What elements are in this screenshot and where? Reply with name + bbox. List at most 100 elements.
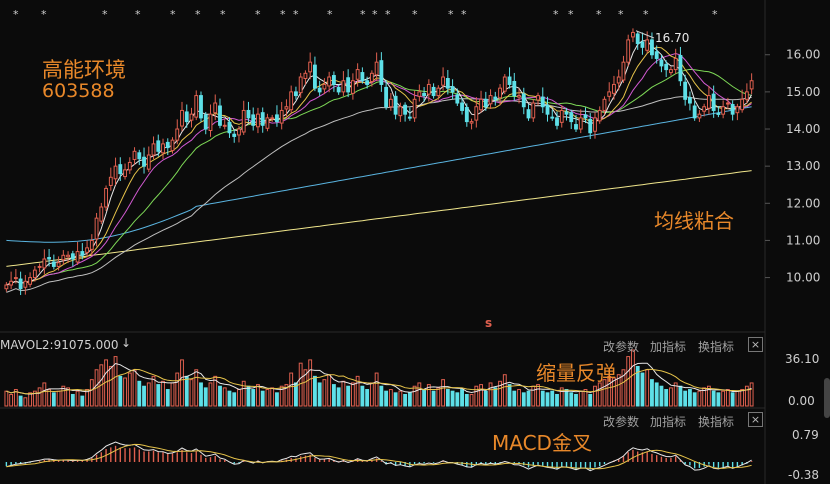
volume-bar	[488, 382, 493, 407]
event-marker: *	[568, 8, 574, 21]
volume-bar	[199, 382, 203, 407]
ma30-line	[6, 68, 752, 286]
volume-bar	[436, 387, 441, 407]
ma-note: 均线粘合	[654, 209, 734, 233]
candle-body	[716, 112, 721, 115]
volume-bar	[531, 385, 536, 407]
volume-bar	[218, 385, 222, 407]
candle-body	[142, 156, 146, 167]
volume-bar	[28, 392, 33, 407]
candle-body	[588, 118, 593, 134]
volume-bar	[189, 379, 194, 407]
scrollbar-handle[interactable]	[824, 378, 830, 418]
volume-bar	[597, 382, 602, 407]
candle-body	[526, 109, 531, 119]
vol-btn-modify-params[interactable]: 改参数	[603, 338, 639, 355]
volume-bar	[422, 389, 427, 407]
event-marker: *	[461, 8, 467, 21]
volume-bar	[360, 385, 365, 407]
volume-bar	[388, 389, 393, 407]
candle-body	[189, 113, 194, 121]
candle-body	[597, 109, 602, 122]
volume-bar	[569, 392, 574, 407]
candle-body	[175, 128, 180, 141]
vol-btn-add-indicator[interactable]: 加指标	[650, 338, 686, 355]
volume-bar	[593, 385, 597, 407]
candle-body	[379, 60, 384, 85]
candle-body	[398, 106, 403, 117]
volume-bar	[208, 382, 213, 407]
volume-bar	[180, 359, 184, 407]
candle-body	[669, 69, 673, 74]
y-tick-label: 11.00	[786, 233, 820, 247]
volume-bar	[669, 387, 673, 407]
candle-body	[56, 262, 61, 267]
vol-ma10-line	[6, 368, 752, 395]
ma20-line	[6, 52, 752, 286]
candle-body	[118, 164, 123, 175]
candle-body	[464, 106, 469, 123]
event-marker: *	[170, 8, 176, 21]
candle-body	[294, 91, 298, 97]
volume-bar	[227, 390, 232, 407]
candle-body	[531, 102, 536, 119]
candle-body	[85, 247, 89, 253]
candle-body	[664, 63, 669, 71]
candle-body	[165, 141, 170, 149]
candle-body	[94, 217, 99, 240]
volume-bar	[194, 369, 199, 407]
candle-body	[18, 278, 23, 290]
candle-body	[455, 94, 460, 104]
volume-bar	[137, 380, 142, 407]
macd-btn-modify-params[interactable]: 改参数	[603, 413, 639, 430]
candle-body	[645, 39, 650, 51]
candle-body	[687, 97, 692, 104]
vol-btn-switch-indicator[interactable]: 换指标	[698, 338, 734, 355]
candle-body	[621, 61, 626, 81]
candle-body	[654, 51, 659, 59]
vol-scale-bottom: 0.00	[788, 394, 815, 408]
candle-body	[350, 80, 355, 94]
volume-bar	[341, 380, 346, 407]
volume-bar	[626, 356, 631, 407]
candle-body	[659, 59, 664, 67]
candle-body	[744, 91, 749, 100]
event-marker: *	[195, 8, 201, 21]
candle-body	[289, 91, 294, 111]
volume-bar	[393, 392, 398, 407]
candle-body	[47, 257, 52, 260]
macd-close-button[interactable]: ×	[748, 412, 763, 427]
candle-body	[355, 69, 360, 80]
volume-bar	[9, 393, 14, 407]
stock-code: 603588	[42, 80, 115, 102]
volume-bar	[578, 390, 583, 407]
candle-body	[555, 117, 559, 126]
volume-bar	[51, 392, 56, 407]
macd-btn-add-indicator[interactable]: 加指标	[650, 413, 686, 430]
volume-bar	[721, 390, 726, 407]
volume-bar	[545, 392, 550, 407]
vol-close-button[interactable]: ×	[748, 337, 763, 352]
candle-body	[445, 78, 450, 89]
volume-bar	[322, 379, 327, 407]
volume-bar	[631, 349, 635, 407]
volume-bar	[260, 390, 265, 407]
volume-bar	[4, 390, 9, 407]
volume-bar	[175, 372, 180, 407]
candle-body	[593, 117, 597, 132]
candle-body	[146, 154, 151, 170]
candle-body	[275, 114, 279, 123]
volume-bar	[350, 382, 355, 407]
candle-body	[697, 113, 702, 119]
volume-bar	[75, 390, 80, 407]
volume-bar	[716, 392, 721, 407]
candle-body	[322, 83, 327, 90]
volume-bar	[336, 387, 341, 407]
volume-bar	[512, 390, 517, 407]
candle-body	[479, 98, 483, 111]
candle-body	[536, 95, 540, 101]
event-marker: *	[255, 8, 261, 21]
macd-btn-switch-indicator[interactable]: 换指标	[698, 413, 734, 430]
candle-body	[360, 72, 365, 82]
event-marker: *	[102, 8, 108, 21]
